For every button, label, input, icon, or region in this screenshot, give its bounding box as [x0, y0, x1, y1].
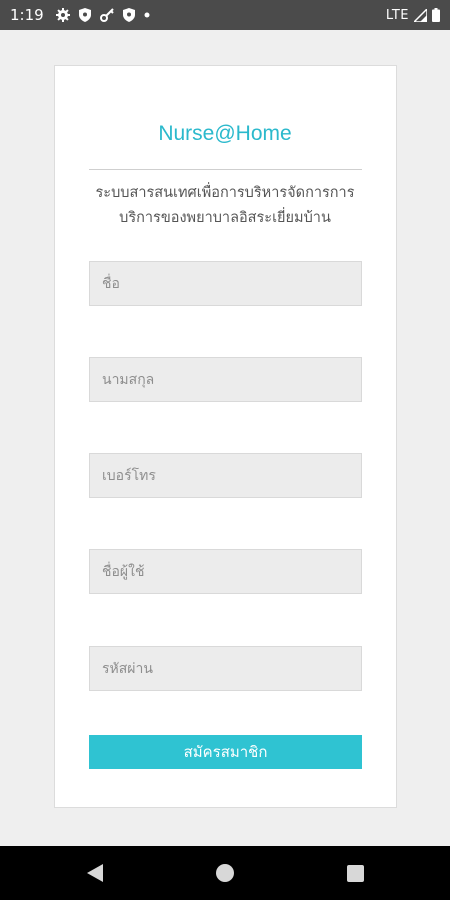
shield-icon	[122, 8, 135, 22]
signal-icon	[414, 8, 427, 22]
recents-icon	[346, 864, 364, 882]
subtitle-line-2: บริการของพยาบาลอิสระเยี่ยมบ้าน	[119, 210, 331, 226]
key-icon	[99, 8, 114, 22]
username-placeholder: ชื่อผู้ใช้	[102, 563, 145, 580]
username-field[interactable]: ชื่อผู้ใช้	[89, 549, 362, 594]
network-type: LTE	[385, 7, 409, 23]
status-time: 1:19	[10, 6, 44, 24]
navigation-bar	[0, 846, 450, 900]
password-field[interactable]: รหัสผ่าน	[89, 646, 362, 691]
battery-icon	[432, 8, 440, 22]
gear-icon	[55, 8, 70, 22]
app-title: Nurse@Home	[158, 122, 292, 145]
shield-icon	[78, 8, 91, 22]
app-subtitle: ระบบสารสนเทศเพื่อการบริหารจัดการการ บริก…	[70, 181, 380, 231]
password-placeholder: รหัสผ่าน	[102, 660, 153, 677]
dot-icon	[144, 12, 150, 18]
phone-placeholder: เบอร์โทร	[102, 467, 156, 484]
recents-button[interactable]	[325, 846, 385, 900]
phone-field[interactable]: เบอร์โทร	[89, 453, 362, 498]
register-button[interactable]: สมัครสมาชิก	[89, 735, 362, 769]
first-name-field[interactable]: ชื่อ	[89, 261, 362, 306]
title-divider	[89, 169, 362, 170]
status-right: LTE	[386, 8, 440, 23]
last-name-field[interactable]: นามสกุล	[89, 357, 362, 402]
back-icon	[87, 864, 103, 882]
home-icon	[216, 864, 234, 882]
home-button[interactable]	[195, 846, 255, 900]
last-name-placeholder: นามสกุล	[102, 371, 155, 388]
first-name-placeholder: ชื่อ	[102, 275, 120, 292]
status-bar: 1:19 LTE	[0, 0, 450, 30]
status-notification-icons	[55, 8, 150, 22]
register-card	[54, 65, 397, 808]
back-button[interactable]	[65, 846, 125, 900]
subtitle-line-1: ระบบสารสนเทศเพื่อการบริหารจัดการการ	[95, 185, 355, 201]
